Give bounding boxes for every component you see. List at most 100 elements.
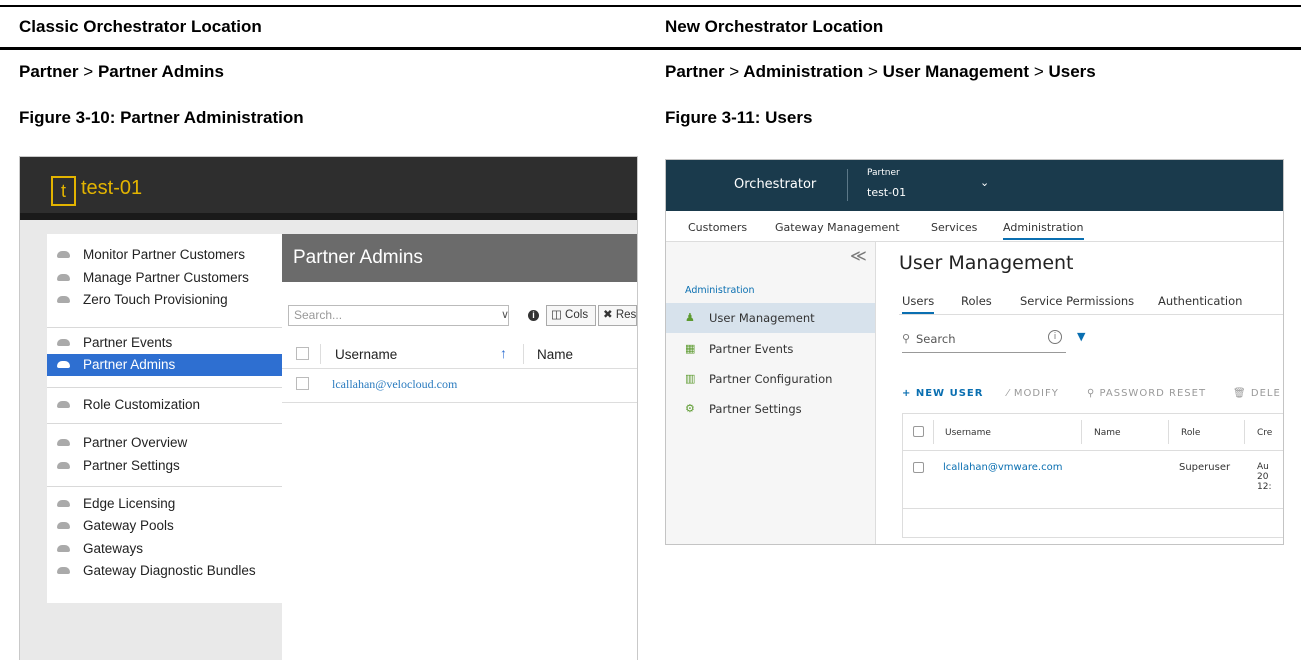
username-link[interactable]: lcallahan@vmware.com	[943, 462, 1062, 473]
nav-item-role-customization[interactable]: Role Customization	[47, 394, 284, 416]
nav-item-partner-admins[interactable]: Partner Admins	[47, 354, 284, 376]
info-icon[interactable]: i	[1048, 330, 1062, 344]
nav-item-label: Partner Overview	[83, 435, 188, 450]
cloud-icon	[57, 274, 70, 281]
panel-title: Partner Admins	[293, 247, 423, 268]
nav-item-partner-settings[interactable]: Partner Settings	[47, 455, 284, 477]
search-input[interactable]: ⚲ Search i	[902, 326, 1066, 353]
gear-icon: ⚙	[685, 402, 695, 415]
column-header-name[interactable]: Name	[537, 347, 573, 362]
classic-sidebar: Monitor Partner Customers Manage Partner…	[47, 234, 284, 603]
chevron-down-icon[interactable]: ⌄	[980, 176, 989, 189]
chevron-down-icon[interactable]: ∨	[501, 308, 509, 321]
nav-item-label: Monitor Partner Customers	[83, 247, 246, 262]
nav-item-gateways[interactable]: Gateways	[47, 538, 284, 560]
column-header-role[interactable]: Role	[1181, 428, 1200, 438]
cloud-icon	[57, 500, 70, 507]
collapse-sidebar-icon[interactable]: ≪	[850, 246, 867, 265]
nav-item-label: Partner Admins	[83, 357, 176, 372]
path-users: Users	[1048, 62, 1096, 81]
nav-item-label: Gateway Diagnostic Bundles	[83, 563, 256, 578]
reset-button[interactable]: ✖ Res	[598, 305, 637, 326]
new-top-bar: Orchestrator Partner test-01 ⌄	[666, 160, 1283, 211]
book-icon: ▥	[685, 372, 696, 385]
info-icon[interactable]: i	[528, 310, 539, 321]
nav-item-edge-licensing[interactable]: Edge Licensing	[47, 493, 284, 515]
sidebar-item-partner-events[interactable]: ▦ Partner Events	[666, 334, 875, 364]
partner-brand-name: test-01	[81, 177, 143, 199]
column-header-username[interactable]: Username	[945, 428, 991, 438]
tab-roles[interactable]: Roles	[961, 294, 992, 308]
tab-gateway-management[interactable]: Gateway Management	[775, 221, 900, 234]
row-checkbox[interactable]	[913, 462, 924, 473]
created-line: Au	[1257, 462, 1269, 472]
cloud-icon	[57, 251, 70, 258]
nav-item-partner-overview[interactable]: Partner Overview	[47, 432, 284, 454]
partner-selector[interactable]: test-01	[867, 186, 906, 199]
sidebar-item-user-management[interactable]: ♟ User Management	[666, 303, 875, 333]
nav-divider	[47, 486, 284, 487]
column-separator	[523, 344, 524, 364]
modify-button[interactable]: ⁄ MODIFY	[1007, 388, 1059, 399]
select-all-checkbox[interactable]	[913, 426, 924, 437]
tab-customers[interactable]: Customers	[688, 221, 747, 234]
tab-users[interactable]: Users	[902, 294, 935, 314]
nav-item-partner-events[interactable]: Partner Events	[47, 332, 284, 354]
app-name[interactable]: Orchestrator	[734, 177, 816, 192]
path-separator: >	[729, 62, 740, 81]
tab-administration[interactable]: Administration	[1003, 221, 1084, 240]
search-input[interactable]: Search...	[288, 305, 509, 326]
column-header-name[interactable]: Name	[1094, 428, 1121, 438]
new-user-button[interactable]: + NEW USER	[902, 388, 983, 399]
path-user-management: User Management	[882, 62, 1030, 81]
column-header-username[interactable]: Username	[335, 347, 397, 362]
password-reset-button[interactable]: ⚲ PASSWORD RESET	[1087, 388, 1206, 399]
path-separator: >	[1033, 62, 1044, 81]
filter-icon[interactable]: ▼	[1077, 330, 1085, 343]
column-header-created[interactable]: Cre	[1257, 428, 1272, 438]
sidebar-item-partner-configuration[interactable]: ▥ Partner Configuration	[666, 364, 875, 394]
delete-button[interactable]: 🗑 DELE	[1233, 388, 1281, 399]
nav-item-label: Gateway Pools	[83, 518, 174, 533]
partner-label: Partner	[867, 168, 900, 178]
tab-services[interactable]: Services	[931, 221, 977, 234]
cloud-icon	[57, 339, 70, 346]
column-separator	[1244, 420, 1245, 444]
cloud-icon	[57, 439, 70, 446]
nav-divider	[47, 387, 284, 388]
nav-divider	[47, 327, 284, 328]
table-top-rule	[0, 5, 1301, 7]
username-link[interactable]: lcallahan@velocloud.com	[332, 377, 457, 392]
tab-authentication[interactable]: Authentication	[1158, 294, 1242, 308]
nav-divider	[47, 423, 284, 424]
column-separator	[320, 344, 321, 364]
table-header-rule	[0, 47, 1301, 50]
sidebar-item-partner-settings[interactable]: ⚙ Partner Settings	[666, 394, 875, 424]
row-checkbox[interactable]	[296, 377, 309, 390]
sidebar-item-label: Partner Settings	[709, 402, 802, 416]
created-line: 12:	[1257, 482, 1272, 492]
cloud-icon	[57, 462, 70, 469]
right-navigation-path: Partner > Administration > User Manageme…	[665, 62, 1096, 82]
nav-item-label: Gateways	[83, 541, 144, 556]
calendar-icon: ▦	[685, 342, 696, 355]
nav-item-gateway-pools[interactable]: Gateway Pools	[47, 515, 284, 537]
search-icon: ⚲	[902, 332, 911, 345]
sort-ascending-icon[interactable]: ↑	[500, 345, 507, 361]
nav-item-label: Edge Licensing	[83, 496, 176, 511]
cloud-icon	[57, 401, 70, 408]
nav-item-label: Zero Touch Provisioning	[83, 292, 228, 307]
left-column-heading: Classic Orchestrator Location	[19, 17, 262, 36]
tab-service-permissions[interactable]: Service Permissions	[1020, 294, 1134, 308]
columns-button[interactable]: ◫ Cols	[546, 305, 596, 326]
nav-item-monitor-partner-customers[interactable]: Monitor Partner Customers	[47, 244, 284, 266]
nav-item-zero-touch-provisioning[interactable]: Zero Touch Provisioning	[47, 289, 284, 311]
nav-item-label: Role Customization	[83, 397, 201, 412]
nav-item-gateway-diagnostic-bundles[interactable]: Gateway Diagnostic Bundles	[47, 560, 284, 582]
user-icon: ♟	[685, 311, 695, 324]
nav-item-manage-partner-customers[interactable]: Manage Partner Customers	[47, 267, 284, 289]
path-administration: Administration	[743, 62, 864, 81]
column-separator	[1081, 420, 1082, 444]
select-all-checkbox[interactable]	[296, 347, 309, 360]
figure-caption-3-10: Figure 3-10: Partner Administration	[19, 108, 304, 127]
